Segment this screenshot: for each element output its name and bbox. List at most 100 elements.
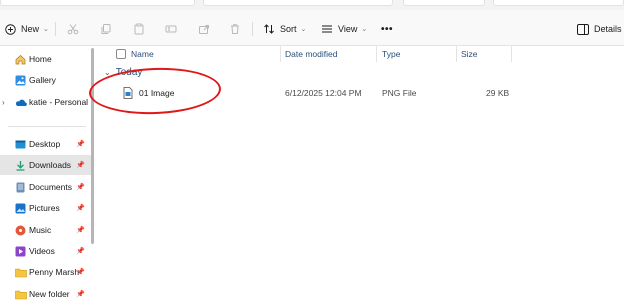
sidebar-item-label: Home	[29, 54, 52, 64]
pin-icon: 📌	[76, 205, 85, 212]
sidebar-item-videos[interactable]: Videos 📌	[0, 241, 92, 261]
desktop-icon	[15, 139, 26, 150]
chevron-right-icon[interactable]: ›	[2, 98, 5, 107]
column-header-label: Type	[382, 49, 401, 59]
file-list: Name Date modified Type Size ⌄ Today 01 …	[96, 46, 624, 304]
view-button[interactable]: View ⌄	[321, 20, 367, 38]
trash-icon	[229, 23, 241, 35]
details-pane-icon	[577, 23, 589, 35]
pin-icon: 📌	[76, 269, 85, 276]
select-all-checkbox[interactable]	[116, 49, 126, 59]
file-name-cell[interactable]: 01 Image	[123, 85, 174, 101]
copy-button[interactable]	[100, 20, 112, 38]
chevron-down-icon: ⌄	[43, 26, 49, 33]
cut-button[interactable]	[67, 20, 79, 38]
file-date-cell: 6/12/2025 12:04 PM	[285, 88, 362, 98]
documents-icon	[15, 182, 26, 193]
sidebar-scrollbar[interactable]	[91, 48, 94, 244]
sidebar-item-label: Gallery	[29, 75, 56, 85]
details-pane-label: Details	[594, 24, 622, 34]
sort-button-label: Sort	[280, 24, 297, 34]
paste-button[interactable]	[133, 20, 145, 38]
column-header-type[interactable]: Type	[382, 46, 400, 62]
more-options-icon: •••	[381, 23, 394, 35]
onedrive-cloud-icon	[15, 97, 27, 108]
address-bar-edge	[403, 0, 485, 6]
column-divider[interactable]	[376, 46, 377, 62]
rename-icon	[165, 23, 177, 35]
sidebar-item-music[interactable]: Music 📌	[0, 220, 92, 240]
sidebar-item-desktop[interactable]: Desktop 📌	[0, 134, 92, 154]
sidebar-item-label: Documents	[29, 182, 72, 192]
column-header-label: Date modified	[285, 49, 338, 59]
sidebar-item-new-folder[interactable]: New folder 📌	[0, 284, 92, 304]
copy-icon	[100, 23, 112, 35]
pin-icon: 📌	[76, 184, 85, 191]
home-icon	[15, 54, 26, 65]
share-icon	[198, 23, 210, 35]
column-header-date-modified[interactable]: Date modified	[285, 46, 337, 62]
column-divider[interactable]	[511, 46, 512, 62]
sidebar-item-gallery[interactable]: Gallery	[0, 70, 92, 90]
sidebar-item-label: katie - Personal	[29, 97, 89, 107]
pin-icon: 📌	[76, 141, 85, 148]
videos-icon	[15, 246, 26, 257]
view-button-label: View	[338, 24, 358, 34]
folder-icon	[15, 267, 27, 278]
rename-button[interactable]	[165, 20, 177, 38]
pin-icon: 📌	[76, 248, 85, 255]
file-size-cell: 29 KB	[486, 88, 510, 98]
sidebar-item-label: Videos	[29, 246, 55, 256]
sidebar-item-label: Music	[29, 225, 52, 235]
details-pane-button[interactable]: Details	[577, 20, 622, 38]
gallery-icon	[15, 75, 26, 86]
sort-button[interactable]: Sort ⌄	[263, 20, 306, 38]
share-button[interactable]	[198, 20, 210, 38]
more-options-button[interactable]: •••	[381, 20, 393, 38]
navigation-pane: Home Gallery › katie - Personal Desktop …	[0, 46, 92, 304]
music-icon	[15, 225, 26, 236]
pin-icon: 📌	[76, 227, 85, 234]
search-bar-edge	[493, 0, 624, 6]
sidebar-item-documents[interactable]: Documents 📌	[0, 177, 92, 197]
scissors-icon	[67, 23, 79, 35]
sidebar-item-label: Penny Marsh	[29, 267, 80, 277]
column-header-size[interactable]: Size	[461, 46, 478, 62]
column-header-label: Size	[461, 49, 478, 59]
sort-arrows-icon	[263, 23, 275, 35]
column-divider[interactable]	[280, 46, 281, 62]
address-bar-edge	[0, 0, 195, 6]
sidebar-item-downloads[interactable]: Downloads 📌	[0, 155, 92, 175]
address-bar-edge	[203, 0, 393, 6]
sidebar-item-label: Desktop	[29, 139, 61, 149]
plus-circle-icon	[5, 23, 16, 35]
clipboard-icon	[133, 23, 145, 35]
sidebar-divider	[8, 126, 86, 127]
pin-icon: 📌	[76, 291, 85, 298]
new-button-label: New	[21, 24, 40, 34]
title-bar-strip	[0, 0, 624, 10]
delete-button[interactable]	[229, 20, 241, 38]
folder-icon	[15, 289, 27, 300]
png-file-icon	[123, 87, 133, 99]
column-header-name[interactable]: Name	[131, 46, 154, 62]
column-divider[interactable]	[456, 46, 457, 62]
sidebar-item-label: Pictures	[29, 203, 60, 213]
view-list-icon	[321, 23, 333, 35]
pictures-icon	[15, 203, 26, 214]
group-header-today[interactable]: ⌄ Today	[104, 67, 142, 78]
sidebar-item-label: New folder	[29, 289, 70, 299]
chevron-down-icon: ⌄	[104, 68, 111, 77]
chevron-down-icon: ⌄	[361, 26, 368, 33]
chevron-down-icon: ⌄	[300, 26, 307, 33]
column-header-label: Name	[131, 49, 154, 59]
download-icon	[15, 160, 26, 171]
sidebar-item-label: Downloads	[29, 160, 72, 170]
file-name: 01 Image	[139, 88, 175, 98]
sidebar-item-penny-marsh[interactable]: Penny Marsh 📌	[0, 262, 92, 282]
group-header-label: Today	[115, 67, 143, 78]
sidebar-item-pictures[interactable]: Pictures 📌	[0, 198, 92, 218]
sidebar-item-onedrive[interactable]: › katie - Personal	[0, 92, 92, 112]
sidebar-item-home[interactable]: Home	[0, 49, 92, 69]
new-button[interactable]: New ⌄	[5, 20, 49, 38]
